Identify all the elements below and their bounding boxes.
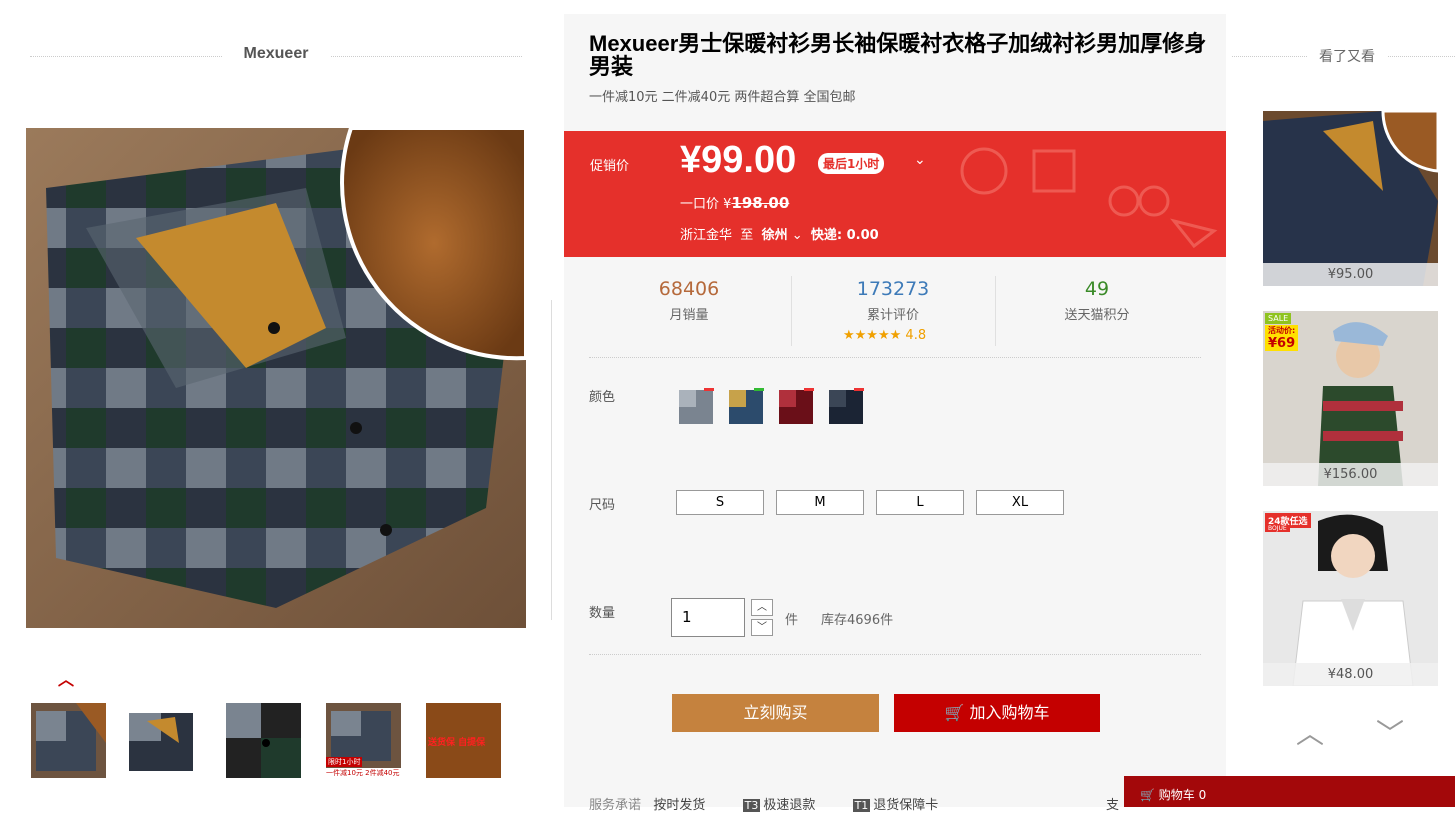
stat-label: 累计评价: [866, 308, 919, 323]
recommend-sale-label: 活动价:: [1265, 325, 1299, 336]
stat-value: 68406: [658, 278, 720, 300]
color-swatch-3[interactable]: [777, 386, 815, 428]
stat-points: 49 送天猫积分: [997, 278, 1197, 323]
quantity-input[interactable]: 1: [671, 598, 745, 637]
t1-badge-icon: T1: [852, 799, 871, 812]
quantity-unit: 件: [785, 613, 799, 628]
quantity-label: 数量: [589, 606, 616, 621]
stat-label: 送天猫积分: [1064, 308, 1130, 323]
shipping-line: 浙江金华 至 徐州 ⌄ 快递: 0.00: [680, 224, 879, 243]
product-title: Mexueer男士保暖衬衫男长袖保暖衬衣格子加绒衬衫男加厚修身男装: [589, 31, 1207, 79]
recommend-item-1[interactable]: ¥95.00: [1263, 111, 1438, 286]
service-promises: 服务承诺 按时发货 T3 极速退款 T1 退货保障卡: [589, 794, 938, 813]
cart-bar-count: 0: [1198, 788, 1207, 802]
quantity-decrease-icon[interactable]: ﹀: [751, 619, 773, 636]
thumbnail-1[interactable]: [31, 703, 106, 778]
thumbnail-5[interactable]: 送货保 自提保: [426, 703, 501, 778]
price-box: 促销价 ¥99.00 最后1小时 ⌄ 一口价 ¥198.00 浙江金华 至 徐州…: [564, 131, 1231, 257]
thumb-scroll-up-icon[interactable]: ︿: [58, 666, 74, 690]
ship-from: 浙江金华: [680, 228, 733, 243]
countdown-badge: 最后1小时: [818, 153, 885, 174]
thumb-5-overlay: 送货保 自提保: [428, 738, 486, 748]
size-option-s[interactable]: S: [676, 490, 764, 515]
rating: ★★★★★ 4.8: [843, 328, 926, 343]
size-option-m[interactable]: M: [776, 490, 864, 515]
rail-scroll-down-icon[interactable]: ﹀: [1376, 712, 1404, 752]
thumbnail-4[interactable]: 限时1小时 一件减10元 2件减40元: [326, 703, 401, 778]
color-swatch-4[interactable]: [827, 386, 865, 428]
color-label: 颜色: [589, 390, 616, 405]
section-divider: [589, 357, 1201, 358]
floating-cart-bar[interactable]: 🛒 购物车 0: [1124, 776, 1455, 807]
service-cut-text: 支: [1106, 798, 1120, 813]
cart-bar-label: 购物车: [1158, 788, 1195, 802]
recommend-sale-price: ¥69: [1265, 336, 1299, 351]
stat-reviews[interactable]: 173273 累计评价: [793, 278, 993, 323]
star-icons: ★★★★★: [843, 328, 902, 343]
rail-scroll-up-icon[interactable]: ︿: [1296, 712, 1324, 752]
stat-monthly-sales: 68406 月销量: [589, 278, 789, 323]
add-to-cart-button[interactable]: 🛒 加入购物车: [894, 694, 1100, 732]
rating-score: 4.8: [905, 328, 927, 343]
ship-to-word: 至: [740, 228, 754, 243]
cart-icon: 🛒: [944, 703, 965, 722]
quantity-increase-icon[interactable]: ︿: [751, 599, 773, 616]
main-product-image[interactable]: [26, 128, 526, 628]
color-swatch-2[interactable]: [727, 386, 765, 428]
original-price-value: 198.00: [731, 194, 790, 212]
original-price: 一口价 ¥198.00: [680, 193, 789, 212]
original-price-label: 一口价 ¥: [680, 197, 732, 212]
stat-divider: [791, 276, 792, 346]
t3-badge-icon: T3: [742, 799, 761, 812]
chevron-down-icon[interactable]: ⌄: [792, 228, 803, 243]
chevron-down-icon[interactable]: ⌄: [914, 152, 926, 168]
thumbnail-3[interactable]: [226, 703, 301, 778]
express-fee: 快递: 0.00: [810, 228, 879, 243]
stat-value: 49: [1084, 278, 1110, 300]
recommend-item-2[interactable]: SALE 活动价: ¥69 ¥156.00: [1263, 311, 1438, 486]
recommend-item-3[interactable]: 24款任选 BOJUE ¥48.00: [1263, 511, 1438, 686]
cart-icon: 🛒: [1140, 788, 1155, 802]
service-item-refund[interactable]: 极速退款: [763, 798, 815, 813]
recommend-title: 看了又看: [1307, 46, 1387, 66]
gallery-divider: [551, 300, 552, 620]
buy-now-button[interactable]: 立刻购买: [672, 694, 879, 732]
recommend-price: ¥48.00: [1263, 663, 1438, 686]
thumbnail-2[interactable]: [125, 703, 200, 778]
stock-count: 库存4696件: [821, 613, 894, 628]
recommend-price: ¥95.00: [1263, 263, 1438, 286]
recommend-sale-badge: SALE: [1265, 313, 1292, 324]
color-swatch-1[interactable]: [677, 386, 715, 428]
thumb-4-overlay-line2: 一件减10元 2件减40元: [326, 768, 401, 778]
service-item-return-card[interactable]: 退货保障卡: [873, 798, 938, 813]
stat-value: 173273: [856, 278, 930, 300]
size-option-l[interactable]: L: [876, 490, 964, 515]
price-label: 促销价: [590, 159, 630, 174]
section-divider: [589, 654, 1201, 655]
recommend-promo-sub: BOJUE: [1265, 525, 1290, 532]
stat-label: 月销量: [669, 308, 709, 323]
thumb-4-overlay-line1: 限时1小时: [326, 757, 363, 767]
service-label: 服务承诺: [589, 798, 642, 813]
size-option-xl[interactable]: XL: [976, 490, 1064, 515]
promo-price: ¥99.00: [680, 139, 797, 181]
brand-name[interactable]: Mexueer: [222, 45, 330, 63]
size-label: 尺码: [589, 498, 616, 513]
price-box-pattern: [960, 147, 1218, 249]
add-to-cart-label: 加入购物车: [969, 703, 1050, 722]
service-item-ontime[interactable]: 按时发货: [653, 798, 705, 813]
product-subtitle: 一件减10元 二件减40元 两件超合算 全国包邮: [589, 90, 856, 105]
recommend-price: ¥156.00: [1263, 463, 1438, 486]
ship-to-select[interactable]: 徐州: [762, 228, 788, 243]
stat-divider: [995, 276, 996, 346]
